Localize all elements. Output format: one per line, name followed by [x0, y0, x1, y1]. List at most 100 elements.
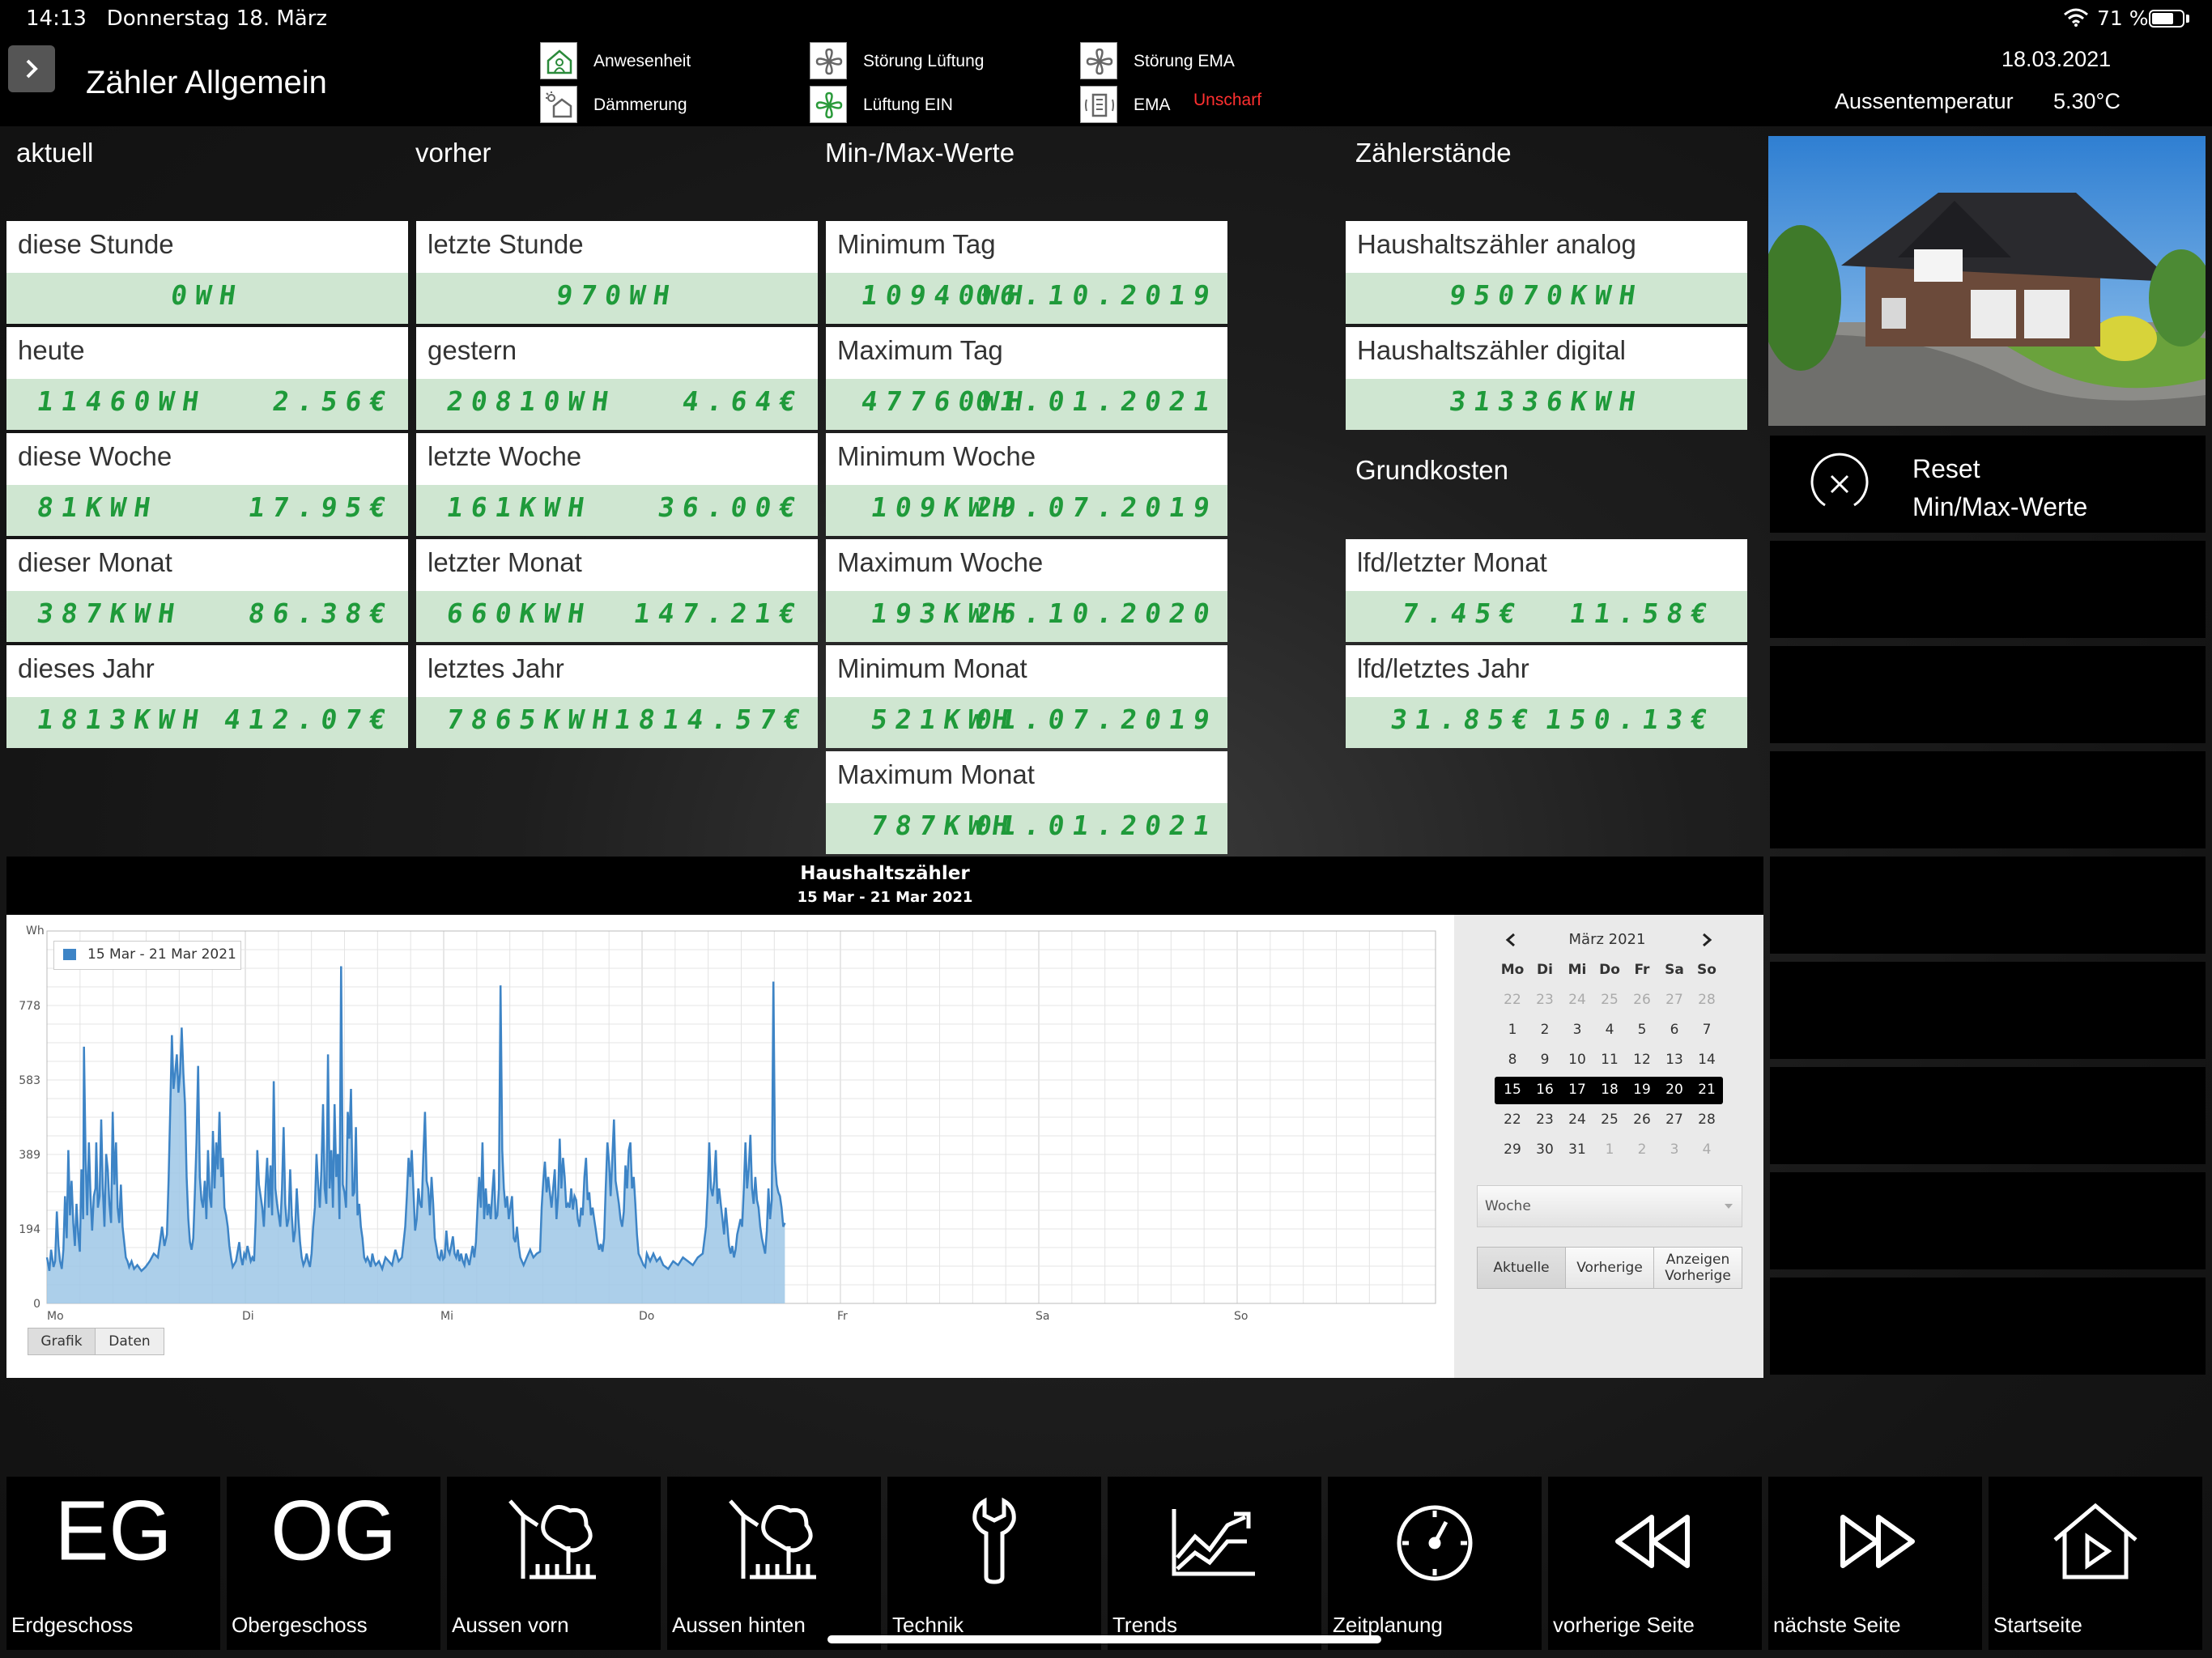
- calendar-day[interactable]: 24: [1561, 1112, 1593, 1128]
- nav-label: nächste Seite: [1773, 1613, 1901, 1637]
- calendar-day[interactable]: 11: [1593, 1052, 1626, 1068]
- calendar-day[interactable]: 30: [1529, 1141, 1561, 1158]
- clock-icon: [1397, 1505, 1473, 1581]
- home-indicator[interactable]: [827, 1635, 1381, 1643]
- nav-schedule[interactable]: Zeitplanung: [1328, 1477, 1542, 1650]
- fast-forward-icon: [1840, 1515, 1915, 1568]
- header-date: 18.03.2021: [2001, 47, 2112, 71]
- calendar-day[interactable]: 23: [1529, 992, 1561, 1008]
- nav-label: Aussen hinten: [672, 1613, 806, 1637]
- calendar-day[interactable]: 23: [1529, 1112, 1561, 1128]
- calendar-day[interactable]: 14: [1691, 1052, 1723, 1068]
- cost-value: 86.38€: [246, 597, 396, 629]
- nav-big-label: OG: [270, 1483, 397, 1579]
- calendar-day[interactable]: 17: [1561, 1082, 1593, 1098]
- dusk-house-icon: [540, 86, 577, 123]
- calendar-day[interactable]: 1: [1496, 1022, 1529, 1038]
- nav-upper-floor[interactable]: OG Obergeschoss: [227, 1477, 440, 1650]
- calendar-day[interactable]: 29: [1496, 1141, 1529, 1158]
- tile-cost-month: lfd/letzter Monat 7.45€ 11.58€: [1346, 539, 1747, 642]
- calendar-day[interactable]: 28: [1691, 1112, 1723, 1128]
- calendar-day[interactable]: 20: [1658, 1082, 1691, 1098]
- legend-label: 15 Mar - 21 Mar 2021: [87, 946, 236, 963]
- calendar-day[interactable]: 22: [1496, 1112, 1529, 1128]
- nav-home[interactable]: Startseite: [1989, 1477, 2202, 1650]
- tile-label: Minimum Tag: [837, 229, 996, 259]
- chevron-right-icon: [1703, 933, 1712, 947]
- calendar-day[interactable]: 2: [1529, 1022, 1561, 1038]
- calendar-day[interactable]: 12: [1626, 1052, 1658, 1068]
- nav-outside-front[interactable]: Aussen vorn: [447, 1477, 661, 1650]
- show-previous-line2: Vorherige: [1665, 1268, 1731, 1284]
- calendar-day[interactable]: 3: [1658, 1141, 1691, 1158]
- calendar-day[interactable]: 26: [1626, 992, 1658, 1008]
- tab-data[interactable]: Daten: [95, 1328, 164, 1355]
- tile-label: gestern: [428, 335, 517, 365]
- tab-graph[interactable]: Grafik: [28, 1328, 96, 1355]
- calendar-day[interactable]: 9: [1529, 1052, 1561, 1068]
- calendar-day[interactable]: 21: [1691, 1082, 1723, 1098]
- calendar-day[interactable]: 27: [1658, 1112, 1691, 1128]
- calendar-day[interactable]: 25: [1593, 1112, 1626, 1128]
- calendar-day[interactable]: 28: [1691, 992, 1723, 1008]
- calendar-day[interactable]: 26: [1626, 1112, 1658, 1128]
- calendar-day[interactable]: 15: [1496, 1082, 1529, 1098]
- nav-next-page[interactable]: nächste Seite: [1768, 1477, 1982, 1650]
- presence-house-icon: [540, 42, 577, 79]
- calendar-day[interactable]: 5: [1626, 1022, 1658, 1038]
- indicator-alarm-fault-label: Störung EMA: [1134, 52, 1235, 70]
- calendar-day[interactable]: 2: [1626, 1141, 1658, 1158]
- prev-month-button[interactable]: [1503, 931, 1519, 952]
- previous-period-button[interactable]: Vorherige: [1565, 1247, 1654, 1289]
- next-month-button[interactable]: [1699, 931, 1715, 952]
- calendar-day[interactable]: 16: [1529, 1082, 1561, 1098]
- chevron-right-icon: [26, 59, 38, 79]
- tile-label: Haushaltszähler analog: [1357, 229, 1636, 259]
- calendar-day[interactable]: 4: [1593, 1022, 1626, 1038]
- back-button[interactable]: [8, 45, 55, 92]
- empty-tile: [1770, 751, 2206, 848]
- calendar-weekday: Sa: [1665, 962, 1684, 978]
- y-axis: 0 194 389 583 778: [19, 1000, 40, 1311]
- current-period-button[interactable]: Aktuelle: [1477, 1247, 1566, 1289]
- rewind-icon: [1615, 1515, 1690, 1568]
- nav-outside-back[interactable]: Aussen hinten: [667, 1477, 881, 1650]
- calendar-day[interactable]: 10: [1561, 1052, 1593, 1068]
- calendar-day[interactable]: 27: [1658, 992, 1691, 1008]
- lcd-display: 0WH: [6, 273, 408, 324]
- tile-this-week: diese Woche 81KWH 17.95€: [6, 433, 408, 536]
- lcd-display: 95070KWH: [1346, 273, 1747, 324]
- calendar-day[interactable]: 6: [1658, 1022, 1691, 1038]
- calendar-day[interactable]: 31: [1561, 1141, 1593, 1158]
- energy-chart[interactable]: 0 194 389 583 778 Mo Di Mi Do Fr Sa So Wh: [6, 915, 1456, 1378]
- lcd-display: 1813KWH 412.07€: [6, 697, 408, 748]
- nav-previous-page[interactable]: vorherige Seite: [1548, 1477, 1762, 1650]
- calendar-day[interactable]: 25: [1593, 992, 1626, 1008]
- calendar-day[interactable]: 24: [1561, 992, 1593, 1008]
- nav-technology[interactable]: Technik: [887, 1477, 1101, 1650]
- calendar-day[interactable]: 3: [1561, 1022, 1593, 1038]
- calendar-day[interactable]: 4: [1691, 1141, 1723, 1158]
- nav-trends[interactable]: Trends: [1108, 1477, 1321, 1650]
- calendar-day[interactable]: 19: [1626, 1082, 1658, 1098]
- calendar-day[interactable]: 13: [1658, 1052, 1691, 1068]
- tile-max-week: Maximum Woche 193KWH 26.10.2020: [826, 539, 1227, 642]
- show-previous-button[interactable]: Anzeigen Vorherige: [1653, 1247, 1742, 1289]
- home-play-icon: [2053, 1503, 2138, 1579]
- calendar-day[interactable]: 22: [1496, 992, 1529, 1008]
- calendar-day[interactable]: 8: [1496, 1052, 1529, 1068]
- nav-ground-floor[interactable]: EG Erdgeschoss: [6, 1477, 220, 1650]
- nav-label: Erdgeschoss: [11, 1613, 134, 1637]
- calendar-weekday: Mo: [1500, 962, 1525, 978]
- calendar-day[interactable]: 18: [1593, 1082, 1626, 1098]
- cost-value: 147.21€: [632, 597, 806, 629]
- house-photo: [1768, 136, 2206, 426]
- calendar-day[interactable]: 1: [1593, 1141, 1626, 1158]
- nav-label: Technik: [892, 1613, 964, 1637]
- energy-value: 81KWH: [35, 491, 161, 523]
- indicator-ventilation-on-label: Lüftung EIN: [863, 96, 953, 114]
- calendar-day[interactable]: 7: [1691, 1022, 1723, 1038]
- date-value: 01.07.2019: [973, 704, 1220, 735]
- indicator-dusk-label: Dämmerung: [593, 96, 687, 114]
- calendar-weekday: Do: [1599, 962, 1620, 978]
